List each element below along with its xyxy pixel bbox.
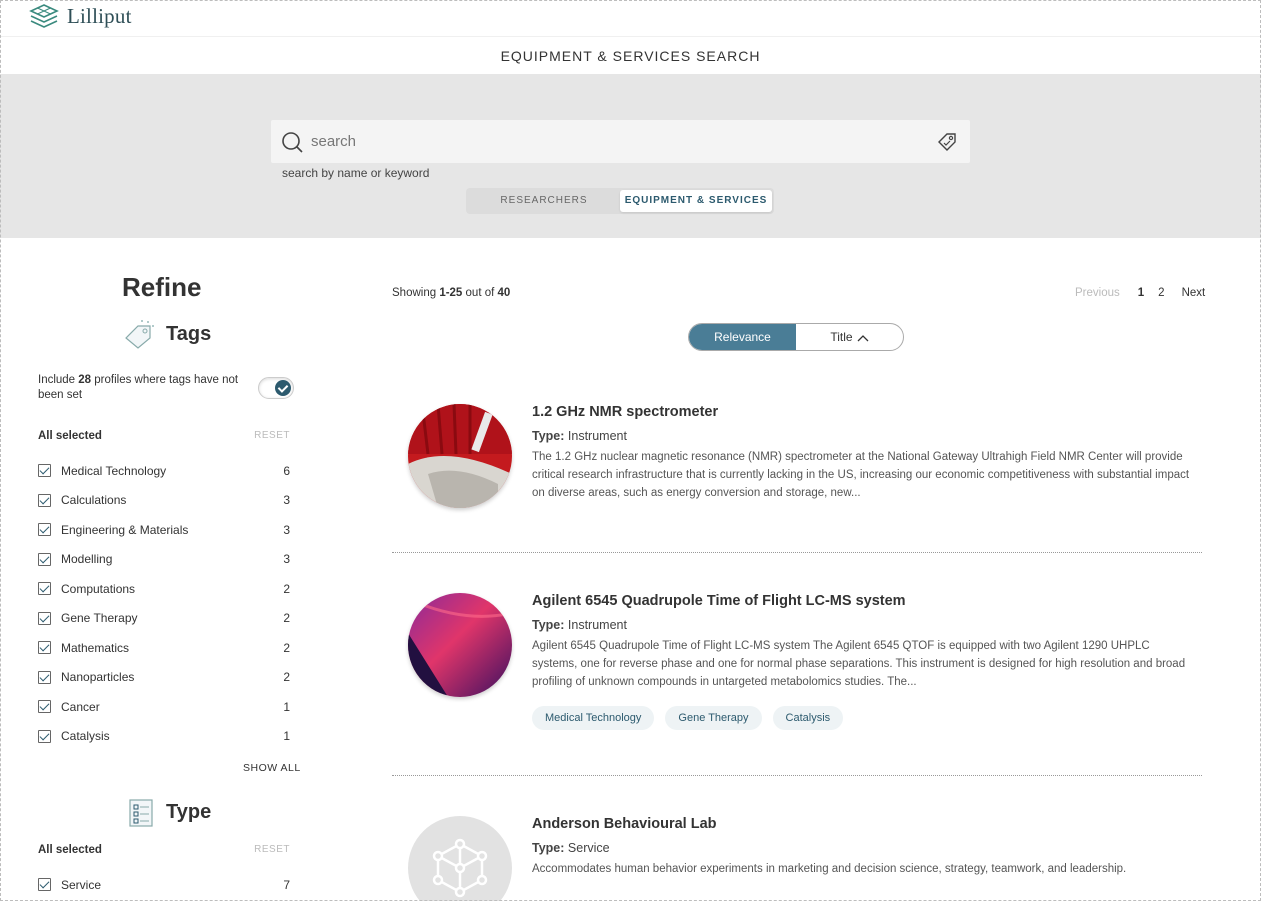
- sort-title-button[interactable]: Title: [796, 324, 903, 350]
- result-item[interactable]: Anderson Behavioural Lab Type: Service A…: [392, 816, 1202, 901]
- tags-all-selected: All selected: [38, 430, 102, 442]
- tags-facet-list: Medical Technology 6 Calculations 3 Engine…: [38, 456, 290, 751]
- result-type: Type: Instrument: [532, 429, 627, 443]
- pager-page-1[interactable]: 1: [1138, 287, 1144, 299]
- facet-item-catalysis[interactable]: Catalysis 1: [38, 722, 290, 752]
- tags-icon: [125, 320, 154, 349]
- checkbox[interactable]: [38, 878, 51, 892]
- tab-researchers[interactable]: RESEARCHERS: [468, 190, 620, 212]
- lcms-photo-image: [408, 593, 512, 697]
- pager-next[interactable]: Next: [1182, 287, 1206, 299]
- pager-page-2[interactable]: 2: [1158, 287, 1164, 299]
- checkbox[interactable]: [38, 729, 51, 743]
- facet-item-engineering-materials[interactable]: Engineering & Materials 3: [38, 515, 290, 545]
- result-description: Agilent 6545 Quadrupole Time of Flight L…: [532, 640, 1186, 688]
- refine-title: Refine: [122, 272, 202, 302]
- facet-item-calculations[interactable]: Calculations 3: [38, 486, 290, 516]
- facet-item-mathematics[interactable]: Mathematics 2: [38, 633, 290, 663]
- result-thumbnail[interactable]: [408, 816, 512, 901]
- type-checklist-icon: [129, 799, 153, 827]
- result-description: The 1.2 GHz nuclear magnetic resonance (…: [532, 451, 1190, 499]
- page-title-bar: EQUIPMENT & SERVICES SEARCH: [0, 36, 1261, 74]
- result-type: Type: Service: [532, 841, 610, 855]
- app-name: Lilliput: [67, 3, 132, 28]
- chevron-up-icon: [857, 334, 869, 342]
- nmr-photo-image: [408, 404, 512, 508]
- show-all-tags-button[interactable]: SHOW ALL: [243, 762, 301, 774]
- facet-item-gene-therapy[interactable]: Gene Therapy 2: [38, 604, 290, 634]
- result-title[interactable]: Agilent 6545 Quadrupole Time of Flight L…: [532, 593, 1192, 609]
- result-body: Anderson Behavioural Lab Type: Service A…: [532, 816, 1192, 878]
- sort-relevance-button[interactable]: Relevance: [689, 324, 796, 350]
- search-band: search by name or keyword RESEARCHERS EQ…: [0, 74, 1261, 238]
- search-input[interactable]: [311, 133, 936, 150]
- type-selection-row: All selected RESET: [38, 844, 290, 856]
- result-tags: Medical Technology Gene Therapy Catalysi…: [532, 706, 1192, 730]
- facet-item-computations[interactable]: Computations 2: [38, 574, 290, 604]
- checkbox[interactable]: [38, 552, 51, 566]
- result-thumbnail[interactable]: [408, 404, 512, 508]
- result-item[interactable]: 1.2 GHz NMR spectrometer Type: Instrumen…: [392, 404, 1202, 534]
- toggle-check-icon: [275, 380, 291, 396]
- result-thumbnail[interactable]: [408, 593, 512, 697]
- tags-heading-label: Tags: [166, 322, 212, 345]
- result-title[interactable]: Anderson Behavioural Lab: [532, 816, 1192, 832]
- results-count: Showing 1-25 out of 40: [392, 287, 511, 299]
- checkbox[interactable]: [38, 641, 51, 655]
- facet-item-modelling[interactable]: Modelling 3: [38, 545, 290, 575]
- search-box: [271, 120, 970, 163]
- result-tag[interactable]: Medical Technology: [532, 706, 655, 730]
- include-untagged-toggle[interactable]: [258, 377, 294, 399]
- top-bar: Lilliput: [0, 0, 1261, 36]
- checkbox[interactable]: [38, 464, 51, 478]
- checkbox[interactable]: [38, 523, 51, 537]
- type-facet-list: Service 7: [38, 870, 290, 900]
- type-all-selected: All selected: [38, 844, 102, 856]
- result-body: Agilent 6545 Quadrupole Time of Flight L…: [532, 593, 1192, 730]
- tags-selection-row: All selected RESET: [38, 430, 290, 442]
- facet-item-nanoparticles[interactable]: Nanoparticles 2: [38, 663, 290, 693]
- search-icon: [282, 131, 303, 153]
- lilliput-logo-icon: [29, 4, 59, 28]
- result-tag[interactable]: Gene Therapy: [665, 706, 762, 730]
- search-hint: search by name or keyword: [282, 166, 430, 180]
- type-reset-button[interactable]: RESET: [254, 844, 290, 856]
- page-title: EQUIPMENT & SERVICES SEARCH: [500, 48, 761, 64]
- result-divider: [392, 552, 1202, 553]
- type-heading-label: Type: [166, 800, 212, 823]
- checkbox[interactable]: [38, 670, 51, 684]
- facet-item-service[interactable]: Service 7: [38, 870, 290, 900]
- tags-heading: Tags: [122, 318, 211, 350]
- tags-reset-button[interactable]: RESET: [254, 430, 290, 442]
- result-description: Accommodates human behavior experiments …: [532, 863, 1127, 875]
- include-untagged-row: Include 28 profiles where tags have not …: [38, 373, 294, 403]
- result-type: Type: Instrument: [532, 618, 627, 632]
- result-tag[interactable]: Catalysis: [772, 706, 844, 730]
- type-heading: Type: [122, 796, 211, 828]
- tab-equipment-services[interactable]: EQUIPMENT & SERVICES: [620, 190, 772, 212]
- include-untagged-count: 28: [78, 374, 92, 386]
- checkbox[interactable]: [38, 700, 51, 714]
- checkbox[interactable]: [38, 582, 51, 596]
- pagination: Previous 1 2 Next: [1075, 287, 1205, 299]
- result-body: 1.2 GHz NMR spectrometer Type: Instrumen…: [532, 404, 1192, 502]
- result-divider: [392, 775, 1202, 776]
- result-item[interactable]: Agilent 6545 Quadrupole Time of Flight L…: [392, 593, 1202, 753]
- checkbox[interactable]: [38, 611, 51, 625]
- facet-item-cancer[interactable]: Cancer 1: [38, 692, 290, 722]
- logo[interactable]: Lilliput: [29, 3, 132, 29]
- cube-network-placeholder-icon: [408, 816, 512, 901]
- tag-filter-icon[interactable]: [936, 131, 958, 153]
- checkbox[interactable]: [38, 493, 51, 507]
- pager-previous[interactable]: Previous: [1075, 287, 1120, 299]
- facet-item-medical-technology[interactable]: Medical Technology 6: [38, 456, 290, 486]
- result-title[interactable]: 1.2 GHz NMR spectrometer: [532, 404, 1192, 420]
- sort-switch: Relevance Title: [688, 323, 904, 351]
- include-untagged-text: Include 28 profiles where tags have not …: [38, 374, 239, 401]
- search-category-switch: RESEARCHERS EQUIPMENT & SERVICES: [466, 188, 774, 214]
